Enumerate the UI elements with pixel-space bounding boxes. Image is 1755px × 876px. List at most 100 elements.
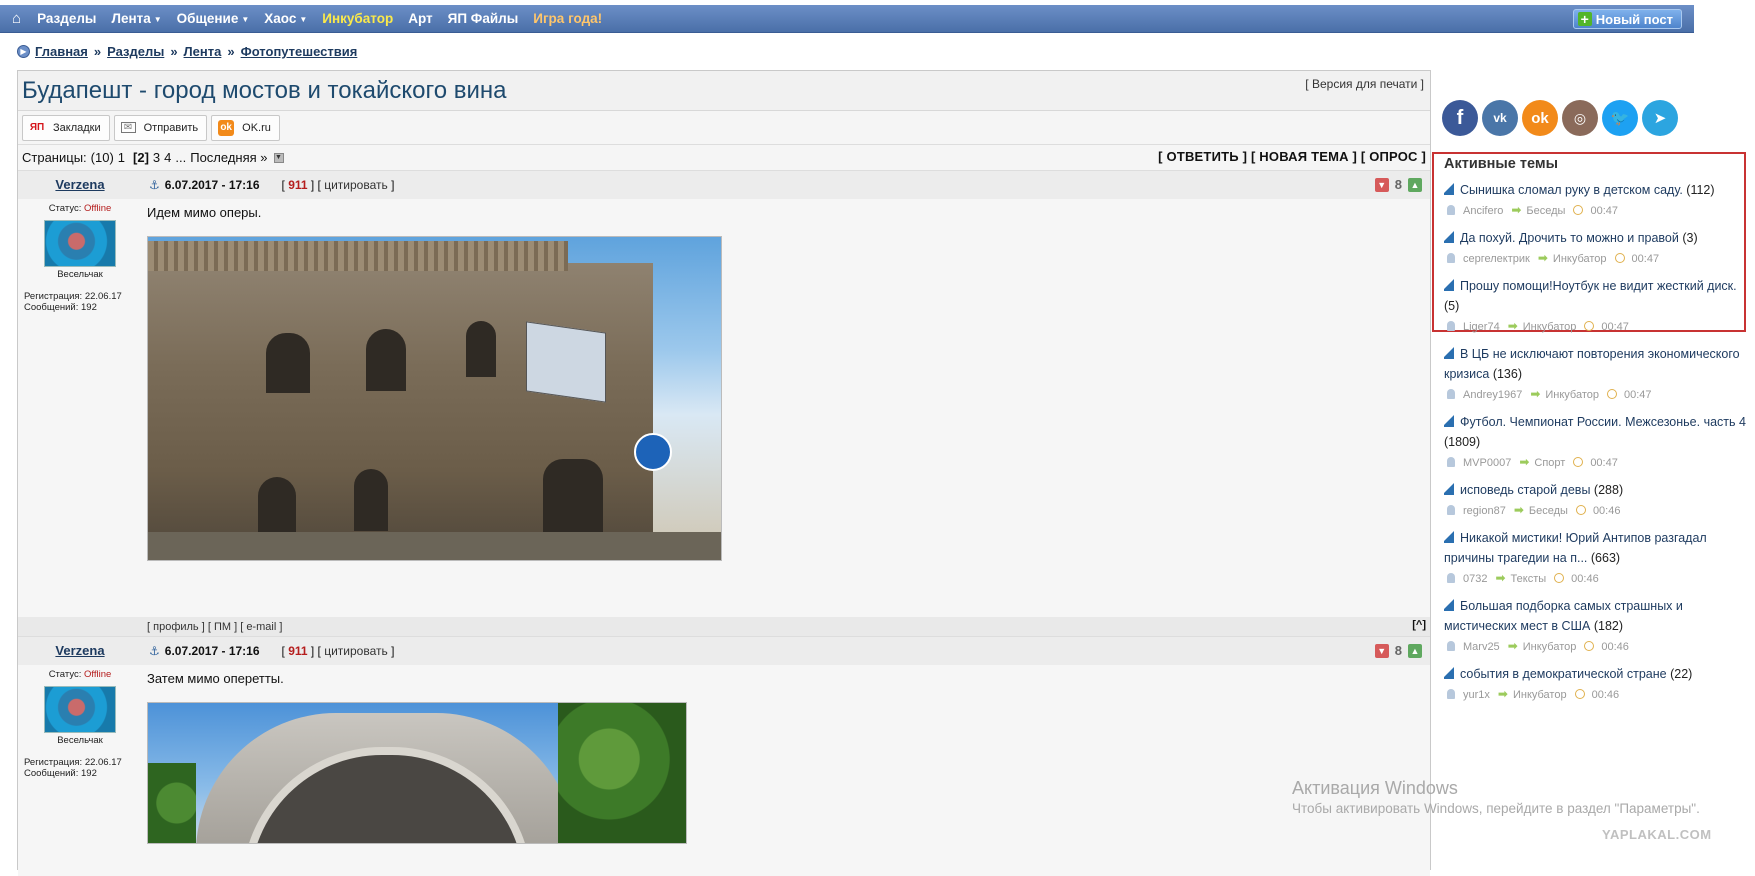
active-topic-section[interactable]: Беседы <box>1526 205 1565 217</box>
active-topic-section[interactable]: Инкубатор <box>1545 389 1599 401</box>
thumbs-down-icon[interactable]: ▼ <box>1374 643 1389 658</box>
opera-window <box>466 321 496 377</box>
active-topic-section[interactable]: Спорт <box>1534 457 1565 469</box>
post-date: 6.07.2017 - 17:16 <box>164 644 260 658</box>
active-topic-user[interactable]: MVP0007 <box>1463 457 1511 469</box>
breadcrumb-home[interactable]: Главная <box>35 44 88 59</box>
post-number[interactable]: 911 <box>288 644 307 658</box>
page-link-1[interactable]: 1 <box>118 150 125 165</box>
page-link-3[interactable]: 3 <box>153 150 160 165</box>
new-post-button[interactable]: + Новый пост <box>1572 9 1682 29</box>
home-icon[interactable]: ⌂ <box>12 10 21 27</box>
pages-label[interactable]: Страницы: <box>22 150 87 165</box>
active-topic-meta: Ancifero ➡ Беседы 00:47 <box>1444 200 1746 221</box>
profile-link[interactable]: профиль <box>153 621 199 633</box>
active-topic-user[interactable]: сергелектрик <box>1463 253 1530 265</box>
thumbs-down-icon[interactable]: ▼ <box>1374 177 1389 192</box>
active-topic-link[interactable]: Футбол. Чемпионат России. Межсезонье. ча… <box>1460 415 1746 429</box>
author-link[interactable]: Verzena <box>18 643 142 658</box>
active-topic-count: (663) <box>1590 551 1621 565</box>
active-topic-item: Большая подборка самых страшных и мистич… <box>1444 596 1746 657</box>
page-jump-dropdown-icon[interactable]: ▼ <box>273 152 284 163</box>
active-topic-link[interactable]: В ЦБ не исключают повторения экономическ… <box>1444 347 1740 381</box>
anchor-icon[interactable]: ⚓ <box>149 178 160 192</box>
email-link[interactable]: e-mail <box>246 621 276 633</box>
breadcrumb-lenta[interactable]: Лента <box>184 44 222 59</box>
anchor-icon[interactable]: ⚓ <box>149 644 160 658</box>
quote-link[interactable]: цитировать <box>324 644 388 658</box>
breadcrumb-fototravel[interactable]: Фотопутешествия <box>241 44 358 59</box>
author-status: Статус: Offline <box>18 203 142 214</box>
nav-inkubator[interactable]: Инкубатор <box>322 11 393 26</box>
active-topic-section[interactable]: Инкубатор <box>1513 689 1567 701</box>
instagram-icon[interactable]: ◎ <box>1562 100 1598 136</box>
thumbs-up-icon[interactable]: ▲ <box>1408 643 1422 658</box>
avatar[interactable] <box>44 686 116 733</box>
active-topic-section[interactable]: Тексты <box>1511 573 1547 585</box>
telegram-icon[interactable]: ➤ <box>1642 100 1678 136</box>
active-topic-user[interactable]: Marv25 <box>1463 641 1500 653</box>
page-last[interactable]: Последняя » <box>190 150 267 165</box>
post-number[interactable]: 911 <box>288 178 307 192</box>
nav-obshchenie[interactable]: Общение ▼ <box>177 11 250 26</box>
forward-arrow-icon: ➡ <box>1495 571 1506 585</box>
active-topic-link[interactable]: Прошу помощи!Ноутбук не видит жесткий ди… <box>1460 279 1737 293</box>
envelope-icon: ✉ <box>120 122 136 133</box>
active-topic-user[interactable]: yur1x <box>1463 689 1490 701</box>
vk-icon[interactable]: vk <box>1482 100 1518 136</box>
active-topic-section[interactable]: Инкубатор <box>1523 641 1577 653</box>
active-topic-link[interactable]: события в демократической стране <box>1460 667 1667 681</box>
active-topic-link[interactable]: исповедь старой девы <box>1460 483 1590 497</box>
nav-yap-files[interactable]: ЯП Файлы <box>448 11 519 26</box>
active-topic-count: (1809) <box>1444 435 1481 449</box>
active-topic-count: (112) <box>1686 183 1715 197</box>
send-button[interactable]: ✉ Отправить <box>113 114 208 141</box>
forward-arrow-icon: ➡ <box>1507 319 1518 333</box>
post-rating: ▼ 8 ▲ <box>1374 177 1422 192</box>
twitter-icon[interactable]: 🐦 <box>1602 100 1638 136</box>
active-topic-user[interactable]: Andrey1967 <box>1463 389 1522 401</box>
nav-razdely[interactable]: Разделы <box>37 11 96 26</box>
nav-khaos[interactable]: Хаос ▼ <box>264 11 307 26</box>
active-topic-user[interactable]: 0732 <box>1463 573 1487 585</box>
author-link[interactable]: Verzena <box>18 177 142 192</box>
ok-label: OK.ru <box>242 121 271 134</box>
active-topic-section[interactable]: Инкубатор <box>1553 253 1607 265</box>
page-link-4[interactable]: 4 <box>164 150 171 165</box>
thumbs-up-icon[interactable]: ▲ <box>1408 177 1422 192</box>
breadcrumb-separator: » <box>170 44 178 59</box>
active-topic-link[interactable]: Да похуй. Дрочить то можно и правой <box>1460 231 1679 245</box>
chevron-down-icon: ▼ <box>299 14 308 24</box>
active-topic-meta: yur1x ➡ Инкубатор 00:46 <box>1444 684 1746 705</box>
active-topic-time: 00:47 <box>1631 253 1660 265</box>
post-image-opera[interactable] <box>147 236 722 561</box>
active-topic-link[interactable]: Никакой мистики! Юрий Антипов разгадал п… <box>1444 531 1707 565</box>
active-topic-link[interactable]: Большая подборка самых страшных и мистич… <box>1444 599 1683 633</box>
breadcrumb-razdely[interactable]: Разделы <box>107 44 164 59</box>
active-topic-user[interactable]: Liger74 <box>1463 321 1500 333</box>
ok-share-button[interactable]: ok OK.ru <box>211 114 280 141</box>
active-topic-link[interactable]: Сынишка сломал руку в детском саду. <box>1460 183 1683 197</box>
active-topic-meta: MVP0007 ➡ Спорт 00:47 <box>1444 452 1746 473</box>
odnoklassniki-icon[interactable]: ok <box>1522 100 1558 136</box>
active-topic-user[interactable]: region87 <box>1463 505 1506 517</box>
author-rank: Весельчак <box>57 269 103 280</box>
forward-arrow-icon: ➡ <box>1519 455 1530 469</box>
nav-lenta[interactable]: Лента ▼ <box>111 11 161 26</box>
quote-link[interactable]: цитировать <box>324 178 388 192</box>
facebook-icon[interactable]: f <box>1442 100 1478 136</box>
nav-art[interactable]: Арт <box>408 11 432 26</box>
avatar[interactable] <box>44 220 116 267</box>
active-topic-user[interactable]: Ancifero <box>1463 205 1503 217</box>
print-version-link[interactable]: Версия для печати <box>1312 77 1417 91</box>
post-image-operetta[interactable] <box>147 702 687 844</box>
active-topic-section[interactable]: Инкубатор <box>1523 321 1577 333</box>
topic-actions[interactable]: [ ОТВЕТИТЬ ] [ НОВАЯ ТЕМА ] [ ОПРОС ] <box>1158 149 1426 164</box>
pm-link[interactable]: ПМ <box>214 621 231 633</box>
breadcrumb-separator: » <box>227 44 235 59</box>
nav-game-of-year[interactable]: Игра года! <box>533 11 602 26</box>
forward-arrow-icon: ➡ <box>1497 687 1508 701</box>
scroll-top-button[interactable]: [^] <box>1412 619 1426 631</box>
bookmarks-button[interactable]: ЯП Закладки <box>22 114 110 141</box>
active-topic-section[interactable]: Беседы <box>1529 505 1568 517</box>
